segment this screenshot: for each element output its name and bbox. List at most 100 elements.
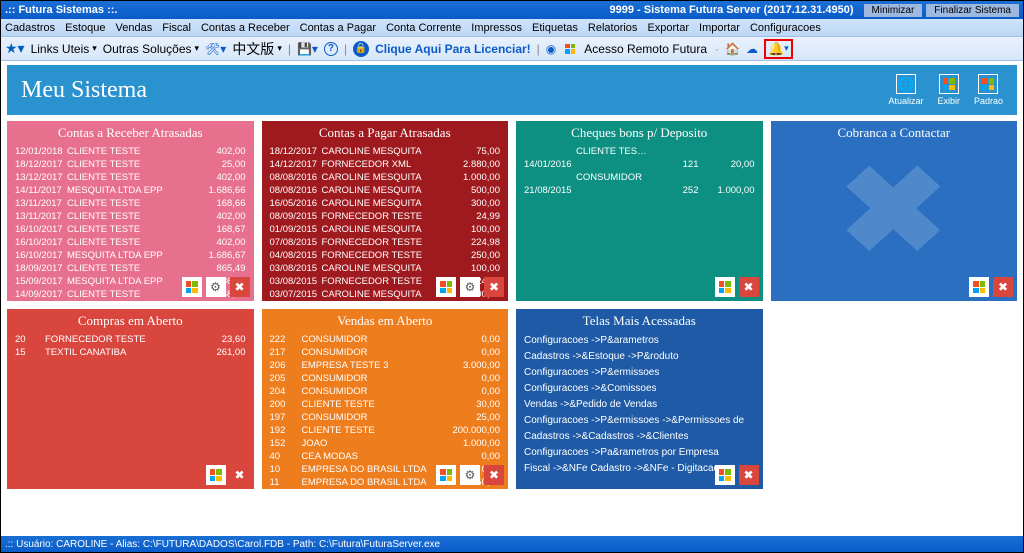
help-icon[interactable]: ? (324, 42, 338, 56)
table-row[interactable]: 21/08/20152521.000,00 (524, 184, 755, 197)
table-row[interactable]: 200CLIENTE TESTE30,00 (270, 398, 501, 411)
table-row[interactable]: 15TEXTIL CANATIBA261,00 (15, 346, 246, 359)
remote-access[interactable]: Acesso Remoto Futura (584, 42, 707, 56)
menu-conta-corrente[interactable]: Conta Corrente (386, 22, 461, 34)
grid-icon[interactable] (562, 41, 578, 57)
card-win-button[interactable] (969, 277, 989, 297)
card-gear-button[interactable]: ⚙ (460, 465, 480, 485)
list-item[interactable]: Cadastros ->&Estoque ->P&roduto (524, 349, 755, 365)
table-row[interactable]: 205CONSUMIDOR0,00 (270, 372, 501, 385)
card-win-button[interactable] (715, 465, 735, 485)
chinese-toggle[interactable]: 中文版 (232, 39, 282, 59)
cell-value: 1.000,00 (450, 437, 500, 450)
list-item[interactable]: Configuracoes ->P&ermissoes (524, 365, 755, 381)
table-row[interactable]: 01/09/2015CAROLINE MESQUITA100,00 (270, 223, 501, 236)
card-close-button[interactable]: ✖ (484, 465, 504, 485)
menu-fiscal[interactable]: Fiscal (162, 22, 191, 34)
table-row[interactable]: 08/08/2016CAROLINE MESQUITA1.000,00 (270, 171, 501, 184)
refresh-button[interactable]: 🌐Atualizar (888, 74, 923, 106)
bell-icon[interactable]: 🔔 (768, 41, 784, 57)
default-button[interactable]: Padrao (974, 74, 1003, 106)
table-row[interactable]: 16/10/2017CLIENTE TESTE168,67 (15, 223, 246, 236)
list-item[interactable]: Configuracoes ->&Comissoes (524, 381, 755, 397)
outras-solucoes[interactable]: Outras Soluções (103, 42, 199, 56)
finalize-button[interactable]: Finalizar Sistema (926, 4, 1019, 17)
list-item[interactable]: Configuracoes ->P&ermissoes ->&Permissoe… (524, 413, 755, 429)
cell-name: CLIENTE TESTE (67, 171, 190, 184)
card-gear-button[interactable]: ⚙ (206, 277, 226, 297)
card-close-button[interactable]: ✖ (993, 277, 1013, 297)
table-row[interactable]: CLIENTE TESTE (524, 145, 755, 158)
license-link[interactable]: Clique Aqui Para Licenciar! (375, 42, 531, 56)
target-icon[interactable]: ◉ (546, 42, 556, 56)
card-win-button[interactable] (182, 277, 202, 297)
card-vendas: Vendas em Aberto 222CONSUMIDOR0,00217CON… (262, 309, 509, 489)
list-item[interactable]: Vendas ->&Pedido de Vendas (524, 397, 755, 413)
card-gear-button[interactable]: ⚙ (460, 277, 480, 297)
bell-dropdown-icon[interactable]: ▾ (784, 43, 789, 54)
table-row[interactable]: 04/08/2015FORNECEDOR TESTE250,00 (270, 249, 501, 262)
table-row[interactable]: 14/01/201612120,00 (524, 158, 755, 171)
card-close-button[interactable]: ✖ (230, 465, 250, 485)
cell-name: CLIENTE TESTE (576, 145, 649, 158)
table-row[interactable]: 13/11/2017CLIENTE TESTE168,66 (15, 197, 246, 210)
table-row[interactable]: 152JOAO1.000,00 (270, 437, 501, 450)
table-row[interactable]: 192CLIENTE TESTE200.000,00 (270, 424, 501, 437)
table-row[interactable]: 08/09/2015FORNECEDOR TESTE24,99 (270, 210, 501, 223)
table-row[interactable]: 16/05/2016CAROLINE MESQUITA300,00 (270, 197, 501, 210)
menu-impressos[interactable]: Impressos (471, 22, 522, 34)
table-row[interactable]: 07/08/2015FORNECEDOR TESTE224,98 (270, 236, 501, 249)
table-row[interactable]: CONSUMIDOR (524, 171, 755, 184)
table-row[interactable]: 13/12/2017CLIENTE TESTE402,00 (15, 171, 246, 184)
list-item[interactable]: Configuracoes ->Pa&rametros por Empresa (524, 445, 755, 461)
menu-estoque[interactable]: Estoque (65, 22, 105, 34)
save-icon[interactable]: 💾▾ (297, 42, 318, 56)
menu-etiquetas[interactable]: Etiquetas (532, 22, 578, 34)
home-icon[interactable]: 🏠 (725, 42, 740, 56)
tools-icon[interactable]: 🛠▾ (205, 42, 226, 56)
show-button[interactable]: Exibir (937, 74, 960, 106)
table-row[interactable]: 13/11/2017CLIENTE TESTE402,00 (15, 210, 246, 223)
card-win-button[interactable] (715, 277, 735, 297)
table-row[interactable]: 12/01/2018CLIENTE TESTE402,00 (15, 145, 246, 158)
menu-relatorios[interactable]: Relatorios (588, 22, 638, 34)
star-icon[interactable]: ★▾ (5, 40, 25, 57)
table-row[interactable]: 16/10/2017CLIENTE TESTE402,00 (15, 236, 246, 249)
menu-contas-receber[interactable]: Contas a Receber (201, 22, 290, 34)
table-row[interactable]: 217CONSUMIDOR0,00 (270, 346, 501, 359)
menu-contas-pagar[interactable]: Contas a Pagar (300, 22, 376, 34)
minimize-button[interactable]: Minimizar (864, 4, 923, 17)
menu-cadastros[interactable]: Cadastros (5, 22, 55, 34)
card-win-button[interactable] (206, 465, 226, 485)
table-row[interactable]: 197CONSUMIDOR25,00 (270, 411, 501, 424)
list-item[interactable]: Configuracoes ->P&arametros (524, 333, 755, 349)
list-item[interactable]: Cadastros ->&Cadastros ->&Clientes (524, 429, 755, 445)
menu-importar[interactable]: Importar (699, 22, 740, 34)
table-row[interactable]: 204CONSUMIDOR0,00 (270, 385, 501, 398)
table-row[interactable]: 18/12/2017CAROLINE MESQUITA75,00 (270, 145, 501, 158)
cell-name: EMPRESA TESTE 3 (302, 359, 445, 372)
menu-exportar[interactable]: Exportar (647, 22, 689, 34)
cell-name: CAROLINE MESQUITA (322, 197, 445, 210)
table-row[interactable]: 14/11/2017MESQUITA LTDA EPP1.686,66 (15, 184, 246, 197)
card-close-button[interactable]: ✖ (739, 277, 759, 297)
table-row[interactable]: 20FORNECEDOR TESTE23,60 (15, 333, 246, 346)
card-win-button[interactable] (436, 465, 456, 485)
table-row[interactable]: 18/09/2017CLIENTE TESTE865,49 (15, 262, 246, 275)
card-win-button[interactable] (436, 277, 456, 297)
table-row[interactable]: 222CONSUMIDOR0,00 (270, 333, 501, 346)
table-row[interactable]: 08/08/2016CAROLINE MESQUITA500,00 (270, 184, 501, 197)
table-row[interactable]: 18/12/2017CLIENTE TESTE25,00 (15, 158, 246, 171)
table-row[interactable]: 206EMPRESA TESTE 33.000,00 (270, 359, 501, 372)
menu-vendas[interactable]: Vendas (116, 22, 153, 34)
table-row[interactable]: 16/10/2017MESQUITA LTDA EPP1.686,67 (15, 249, 246, 262)
card-close-button[interactable]: ✖ (230, 277, 250, 297)
table-row[interactable]: 14/12/2017FORNECEDOR XML2.880,00 (270, 158, 501, 171)
table-row[interactable]: 40CEA MODAS0,00 (270, 450, 501, 463)
menu-configuracoes[interactable]: Configuracoes (750, 22, 821, 34)
table-row[interactable]: 03/08/2015CAROLINE MESQUITA100,00 (270, 262, 501, 275)
card-close-button[interactable]: ✖ (484, 277, 504, 297)
links-uteis[interactable]: Links Uteis (31, 42, 97, 56)
cloud-icon[interactable]: ☁ (746, 42, 758, 56)
card-close-button[interactable]: ✖ (739, 465, 759, 485)
